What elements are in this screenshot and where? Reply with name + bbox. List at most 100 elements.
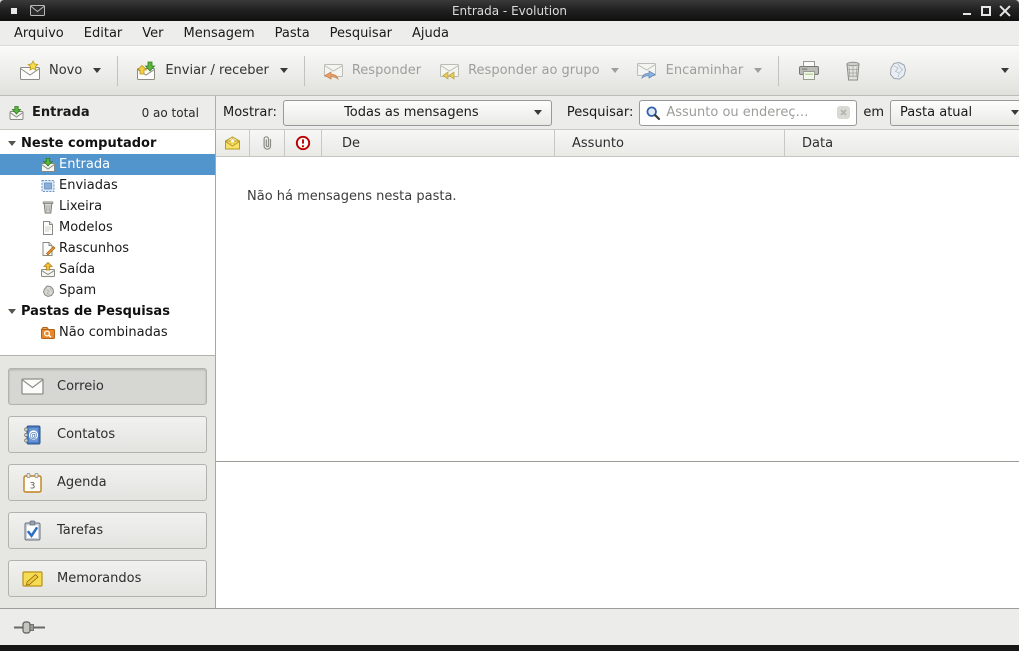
send-receive-dropdown-arrow[interactable] (280, 68, 288, 73)
templates-icon (40, 220, 56, 236)
menu-editar[interactable]: Editar (74, 23, 133, 44)
contacts-icon: @ (21, 424, 44, 446)
window-title: Entrada - Evolution (0, 4, 1019, 18)
collapse-triangle-icon[interactable] (8, 141, 16, 146)
message-filter-dropdown[interactable]: Todas as mensagens (283, 100, 552, 126)
show-label: Mostrar: (223, 105, 277, 120)
switcher-mail-button[interactable]: Correio (8, 368, 207, 405)
clear-search-icon[interactable] (836, 105, 851, 120)
switcher-contacts-button[interactable]: @ Contatos (8, 416, 207, 453)
delete-icon (841, 60, 865, 82)
sidebar-item-lixeira[interactable]: Lixeira (0, 196, 215, 217)
sidebar-item-enviadas[interactable]: Enviadas (0, 175, 215, 196)
switcher-label: Memorandos (57, 571, 141, 586)
junk-button[interactable] (878, 54, 916, 88)
new-dropdown-arrow[interactable] (93, 68, 101, 73)
toolbar-separator (778, 56, 779, 86)
current-folder-name: Entrada (32, 105, 90, 120)
new-button-label: Novo (49, 63, 82, 78)
reply-group-label: Responder ao grupo (468, 63, 600, 78)
column-assunto[interactable]: Assunto (555, 130, 785, 156)
column-label: Assunto (572, 136, 624, 151)
sidebar-item-label: Entrada (59, 157, 110, 172)
reply-group-button[interactable]: Responder ao grupo (429, 54, 627, 88)
attachment-icon (260, 135, 275, 151)
sidebar-item-saida[interactable]: Saída (0, 259, 215, 280)
reply-group-icon (437, 60, 461, 82)
collapse-triangle-icon[interactable] (8, 309, 16, 314)
forward-button[interactable]: Encaminhar (627, 54, 771, 88)
outbox-icon (40, 262, 56, 278)
sidebar-item-label: Não combinadas (59, 325, 168, 340)
junk-icon (885, 60, 909, 82)
menu-pesquisar[interactable]: Pesquisar (320, 23, 402, 44)
search-input[interactable] (666, 105, 831, 120)
search-folder-icon (40, 325, 56, 341)
switcher-label: Tarefas (57, 523, 103, 538)
toolbar-overflow-arrow[interactable] (1001, 68, 1009, 73)
svg-text:3: 3 (30, 481, 36, 491)
switcher-memos-button[interactable]: Memorandos (8, 560, 207, 597)
trash-icon (40, 199, 56, 215)
chevron-down-icon (534, 110, 542, 115)
sidebar-item-nao-combinadas[interactable]: Não combinadas (0, 322, 215, 343)
column-data[interactable]: Data (785, 130, 1019, 156)
reply-group-dropdown-arrow[interactable] (611, 68, 619, 73)
tasks-icon (21, 520, 44, 542)
svg-text:@: @ (30, 430, 38, 439)
column-message-status[interactable] (216, 130, 250, 156)
switcher-tasks-button[interactable]: Tarefas (8, 512, 207, 549)
sidebar-item-spam[interactable]: Spam (0, 280, 215, 301)
memos-icon (21, 569, 44, 589)
spam-icon (40, 283, 56, 299)
tree-group-search-folders[interactable]: Pastas de Pesquisas (0, 301, 215, 322)
print-button[interactable] (790, 54, 828, 88)
bottom-window-edge (0, 645, 1019, 651)
search-icon (645, 105, 661, 121)
maximize-icon[interactable] (980, 5, 992, 17)
delete-button[interactable] (834, 54, 872, 88)
print-icon (797, 60, 821, 82)
search-scope-dropdown[interactable]: Pasta atual (890, 100, 1019, 126)
minimize-icon[interactable] (961, 5, 973, 17)
menu-mensagem[interactable]: Mensagem (174, 23, 265, 44)
new-button[interactable]: Novo (10, 54, 109, 88)
message-pane: De Assunto Data Não há mensagens nesta p… (216, 130, 1019, 608)
calendar-icon: 3 (21, 472, 44, 494)
reply-button[interactable]: Responder (313, 54, 429, 88)
folderbar: Entrada 0 ao total Mostrar: Todas as men… (0, 96, 1019, 130)
menubar: Arquivo Editar Ver Mensagem Pasta Pesqui… (0, 21, 1019, 46)
close-icon[interactable] (999, 5, 1011, 17)
toolbar-separator (304, 56, 305, 86)
column-de[interactable]: De (322, 130, 555, 156)
drafts-icon (40, 241, 56, 257)
folder-tree: Neste computador Entrada Enviadas (0, 130, 215, 355)
sidebar-item-rascunhos[interactable]: Rascunhos (0, 238, 215, 259)
priority-icon (295, 135, 311, 151)
menu-arquivo[interactable]: Arquivo (4, 23, 74, 44)
sidebar-item-entrada[interactable]: Entrada (0, 154, 215, 175)
menu-ajuda[interactable]: Ajuda (402, 23, 459, 44)
column-attachment[interactable] (250, 130, 285, 156)
forward-icon (635, 60, 659, 82)
message-list[interactable]: Não há mensagens nesta pasta. (216, 157, 1019, 461)
message-count: 0 ao total (142, 106, 199, 120)
forward-button-label: Encaminhar (666, 63, 744, 78)
menu-pasta[interactable]: Pasta (265, 23, 320, 44)
search-label: Pesquisar: (567, 105, 634, 120)
send-receive-button[interactable]: Enviar / receber (126, 54, 296, 88)
sidebar-item-label: Modelos (59, 220, 113, 235)
preview-pane[interactable] (216, 461, 1019, 608)
sidebar-item-modelos[interactable]: Modelos (0, 217, 215, 238)
forward-dropdown-arrow[interactable] (754, 68, 762, 73)
switcher-calendar-button[interactable]: 3 Agenda (8, 464, 207, 501)
online-plug-icon[interactable] (14, 620, 46, 635)
tree-group-local[interactable]: Neste computador (0, 133, 215, 154)
switcher-label: Contatos (57, 427, 115, 442)
send-receive-label: Enviar / receber (165, 63, 269, 78)
column-priority[interactable] (285, 130, 322, 156)
search-box[interactable] (639, 100, 857, 126)
sidebar-item-label: Enviadas (59, 178, 118, 193)
message-list-header: De Assunto Data (216, 130, 1019, 157)
menu-ver[interactable]: Ver (132, 23, 173, 44)
